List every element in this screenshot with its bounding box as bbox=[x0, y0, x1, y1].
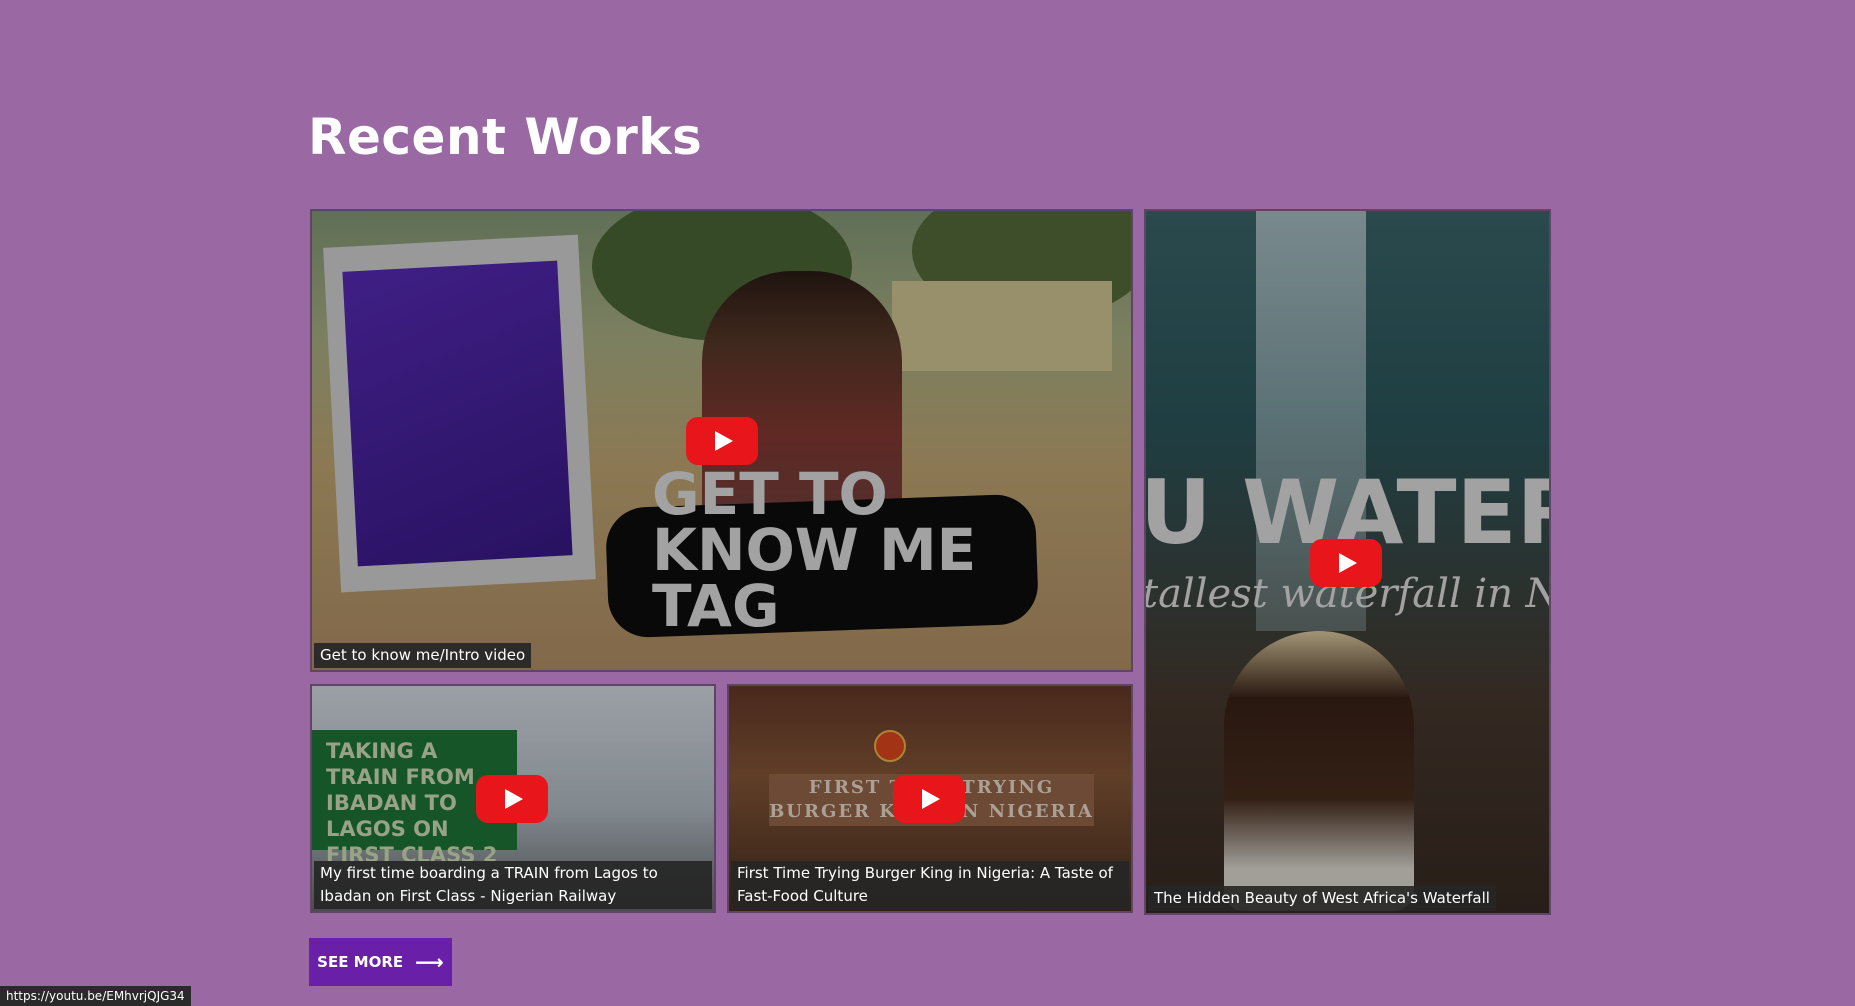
section-title: Recent Works bbox=[308, 108, 703, 166]
status-bar-url: https://youtu.be/EMhvrjQJG34 bbox=[0, 986, 191, 1006]
video-caption: Get to know me/Intro video bbox=[314, 643, 532, 668]
video-card-waterfall[interactable]: U WATERI tallest waterfall in Nig The Hi… bbox=[1144, 209, 1551, 915]
play-button-icon[interactable] bbox=[686, 417, 758, 465]
video-card-burger-king[interactable]: FIRST TIME TRYING BURGER KING IN NIGERIA… bbox=[727, 684, 1133, 913]
video-card-train[interactable]: TAKING A TRAIN FROM IBADAN TO LAGOS ON F… bbox=[310, 684, 716, 913]
play-button-icon[interactable] bbox=[476, 775, 548, 823]
see-more-label: SEE MORE bbox=[317, 953, 404, 971]
video-caption: My first time boarding a TRAIN from Lago… bbox=[314, 861, 712, 909]
play-button-icon[interactable] bbox=[1310, 539, 1382, 587]
video-card-intro[interactable]: GET TO KNOW ME TAG Get to know me/Intro vi… bbox=[310, 209, 1133, 672]
video-caption: The Hidden Beauty of West Africa's Water… bbox=[1148, 886, 1496, 911]
video-caption: First Time Trying Burger King in Nigeria… bbox=[731, 861, 1129, 909]
see-more-button[interactable]: SEE MORE ⟶ bbox=[309, 938, 452, 986]
arrow-right-icon: ⟶ bbox=[415, 950, 444, 974]
play-button-icon[interactable] bbox=[893, 775, 965, 823]
